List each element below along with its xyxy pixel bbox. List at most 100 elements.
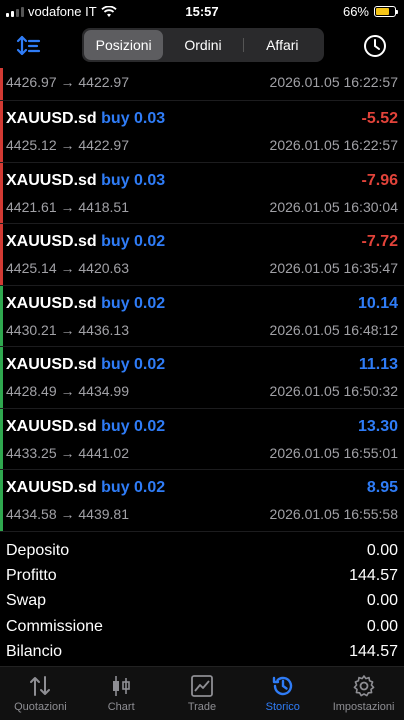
trade-summary: XAUUSD.sd buy 0.02 13.30 [6,418,398,440]
candlestick-icon [113,676,130,696]
trade-details: 4434.58 → 4439.81 2026.01.05 16:55:58 [6,506,398,522]
loss-indicator-bar [0,68,3,100]
summary-balance: Bilancio 144.57 [0,639,404,664]
loss-indicator-bar [0,101,3,162]
trade-summary: XAUUSD.sd buy 0.02 -7.72 [6,233,398,255]
tab-storico[interactable]: Storico [242,667,323,720]
tab-label: Chart [107,701,135,713]
trade-symbol: XAUUSD.sd [6,171,97,189]
summary-swap: Swap 0.00 [0,588,404,613]
trade-profit: 13.30 [357,417,398,435]
trade-prices: 4433.25 → 4441.02 [6,444,129,461]
tab-affari[interactable]: Affari [242,30,322,60]
summary-commission: Commissione 0.00 [0,614,404,639]
trade-time: 2026.01.05 16:30:04 [269,198,398,215]
trade-time: 2026.01.05 16:48:12 [269,321,398,338]
trade-prices: 4434.58 → 4439.81 [6,506,129,522]
quotes-arrows-icon [30,676,51,696]
trade-side: buy 0.03 [101,171,166,189]
clock-icon[interactable] [362,33,388,59]
trade-summary: XAUUSD.sd buy 0.03 -5.52 [6,110,398,132]
trade-prices: 4425.14 → 4420.63 [6,260,129,276]
gain-indicator-bar [0,285,3,346]
summary-label: Profitto [6,567,57,585]
summary-value: 0.00 [366,617,398,635]
list-item[interactable]: XAUUSD.sd buy 0.02 8.95 4434.58 → 4439.81 2… [0,470,404,532]
summary-label: Commissione [6,617,103,635]
trade-symbol: XAUUSD.sd [6,417,97,435]
list-item[interactable]: XAUUSD.sd buy 0.02 -7.72 4425.14 → 4420.63… [0,224,404,286]
trade-profit: -7.72 [361,233,398,250]
trade-symbol: XAUUSD.sd [6,479,97,496]
trade-prices: 4421.61 → 4418.51 [6,198,129,215]
trade-symbol: XAUUSD.sd [6,233,97,250]
trade-details: 4433.25 → 4441.02 2026.01.05 16:55:01 [6,445,398,461]
list-item[interactable]: XAUUSD.sd buy 0.03 -7.96 4421.61 → 4418.51… [0,162,404,224]
trade-profit: -7.96 [361,171,398,189]
list-item[interactable]: XAUUSD.sd buy 0.02 11.13 4428.49 → 4434.99… [0,347,404,409]
trade-side: buy 0.02 [101,479,166,496]
summary-value: 0.00 [366,542,398,559]
history-clock-icon [272,676,292,696]
trade-time: 2026.01.05 16:55:01 [269,444,398,461]
list-item[interactable]: XAUUSD.sd buy 0.03 -5.52 4425.12 → 4422.97… [0,101,404,163]
trade-details: 4425.12 → 4422.97 2026.01.05 16:22:57 [6,137,398,153]
trade-prices: 4428.49 → 4434.99 [6,383,129,399]
summary-label: Bilancio [6,642,63,660]
trade-details: 4425.14 → 4420.63 2026.01.05 16:35:47 [6,260,398,276]
trade-prices: 4426.97 → 4422.97 [6,74,129,90]
tab-label: Quotazioni [14,701,67,713]
summary-value: 144.57 [349,567,398,585]
trade-prices: 4425.12 → 4422.97 [6,137,129,153]
trade-symbol: XAUUSD.sd [6,110,97,127]
trade-side: buy 0.02 [101,294,166,312]
summary-value: 144.57 [349,642,398,660]
tab-impostazioni[interactable]: Impostazioni [323,667,404,720]
trade-summary: XAUUSD.sd buy 0.02 11.13 [6,356,398,378]
bottom-tab-bar: Quotazioni Chart Trade Storico Impostazi… [0,666,404,720]
list-item[interactable]: XAUUSD.sd buy 0.02 13.30 4433.25 → 4441.02… [0,408,404,470]
trade-details: 4426.97 → 4422.97 2026.01.05 16:22:57 [6,74,398,90]
sort-icon[interactable] [16,34,42,58]
tab-chart[interactable]: Chart [81,667,162,720]
gain-indicator-bar [0,347,3,408]
trade-symbol: XAUUSD.sd [6,294,97,312]
trade-profit: 11.13 [358,356,398,373]
list-item[interactable]: XAUUSD.sd buy 0.02 10.14 4430.21 → 4436.13… [0,285,404,347]
trade-profit: 10.14 [357,294,398,312]
summary-value: 0.00 [366,592,398,610]
status-bar: vodafone IT 15:57 66% [0,0,404,24]
summary-label: Deposito [6,542,70,559]
gear-icon [353,675,374,697]
trade-profit: -5.52 [361,110,398,127]
tab-label: Trade [187,701,217,713]
trade-details: 4428.49 → 4434.99 2026.01.05 16:50:32 [6,383,398,399]
trade-time: 2026.01.05 16:22:57 [269,74,398,90]
trade-side: buy 0.02 [101,233,166,250]
history-segmented-control: Posizioni Ordini Affari [82,28,324,62]
status-right: 66% [342,4,398,19]
tab-quotazioni[interactable]: Quotazioni [0,667,81,720]
battery-percent: 66% [342,4,369,19]
trade-prices: 4430.21 → 4436.13 [6,321,129,338]
trade-time: 2026.01.05 16:35:47 [269,260,398,276]
trade-chart-icon [191,675,213,697]
summary-profit: Profitto 144.57 [0,563,404,588]
trade-details: 4421.61 → 4418.51 2026.01.05 16:30:04 [6,199,398,215]
tab-posizioni[interactable]: Posizioni [84,30,164,60]
trade-summary: XAUUSD.sd buy 0.02 8.95 [6,479,398,501]
trade-side: buy 0.02 [101,356,166,373]
list-item[interactable]: 4426.97 → 4422.97 2026.01.05 16:22:57 [0,68,404,101]
trade-profit: 8.95 [366,479,398,496]
summary-label: Swap [6,592,47,610]
tab-ordini[interactable]: Ordini [163,30,242,60]
battery-icon [374,6,398,17]
tab-trade[interactable]: Trade [162,667,243,720]
tab-label: Storico [265,701,300,713]
summary-deposit: Deposito 0.00 [0,538,404,563]
trade-side: buy 0.02 [101,417,166,435]
trade-summary: XAUUSD.sd buy 0.02 10.14 [6,295,398,317]
gain-indicator-bar [0,408,3,469]
trade-list: 4426.97 → 4422.97 2026.01.05 16:22:57 XA… [0,68,404,532]
trade-side: buy 0.03 [101,110,166,127]
